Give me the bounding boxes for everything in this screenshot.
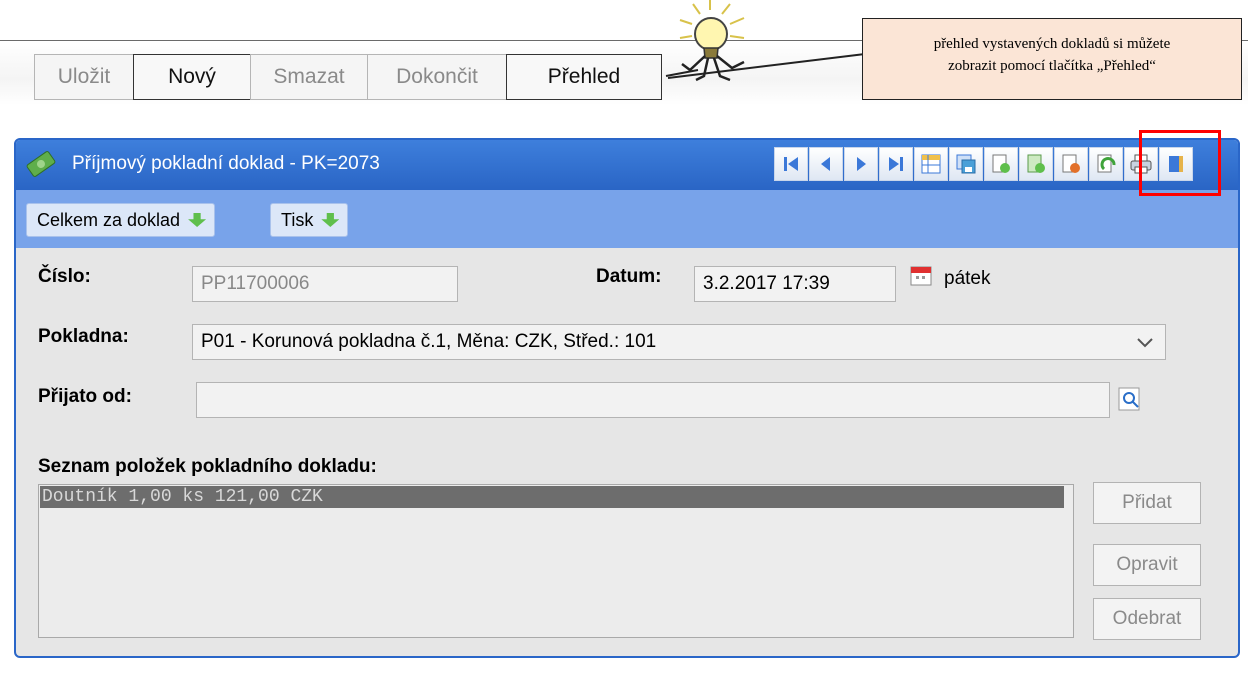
money-icon — [26, 151, 56, 177]
save-icon[interactable] — [949, 147, 983, 181]
cashbox-label: Pokladna: — [38, 326, 129, 347]
items-list-label: Seznam položek pokladního dokladu: — [38, 456, 377, 477]
callout-pointer — [667, 53, 866, 79]
chevron-down-icon — [1137, 338, 1153, 348]
green-down-arrow-icon — [188, 213, 207, 227]
last-record-icon[interactable] — [879, 147, 913, 181]
hint-callout: přehled vystavených dokladů si můžete zo… — [862, 18, 1242, 100]
edit-item-button[interactable]: Opravit — [1093, 544, 1201, 586]
window-titlebar: Příjmový pokladní doklad - PK=2073 — [16, 140, 1238, 190]
cashbox-value: P01 - Korunová pokladna č.1, Měna: CZK, … — [201, 331, 657, 352]
calendar-icon[interactable] — [909, 263, 933, 287]
receipt-window: Příjmový pokladní doklad - PK=2073 Celke… — [14, 138, 1240, 658]
number-label: Číslo: — [38, 266, 91, 287]
remove-item-button[interactable]: Odebrat — [1093, 598, 1201, 640]
items-list[interactable]: Doutník 1,00 ks 121,00 CZK — [38, 484, 1074, 638]
add-icon[interactable] — [984, 147, 1018, 181]
total-label: Celkem za doklad — [37, 209, 181, 230]
date-label: Datum: — [596, 266, 662, 287]
callout-line-2: zobrazit pomocí tlačítka „Přehled“ — [948, 58, 1156, 74]
new-button[interactable]: Nový — [133, 54, 251, 100]
list-item[interactable]: Doutník 1,00 ks 121,00 CZK — [40, 486, 1064, 508]
number-field[interactable]: PP11700006 — [192, 266, 458, 302]
total-dropdown-button[interactable]: Celkem za doklad — [26, 203, 216, 237]
cashbox-select[interactable]: P01 - Korunová pokladna č.1, Měna: CZK, … — [192, 324, 1166, 360]
print-highlight-box — [1139, 130, 1221, 196]
record-toolbar — [774, 147, 1194, 183]
prev-record-icon[interactable] — [809, 147, 843, 181]
overview-button[interactable]: Přehled — [506, 54, 662, 100]
first-record-icon[interactable] — [774, 147, 808, 181]
window-title: Příjmový pokladní doklad - PK=2073 — [72, 153, 380, 174]
search-icon[interactable] — [1118, 386, 1144, 412]
delete-icon[interactable] — [1054, 147, 1088, 181]
green-down-arrow-icon — [321, 213, 340, 227]
refresh-icon[interactable] — [1089, 147, 1123, 181]
callout-line-1: přehled vystavených dokladů si můžete — [933, 36, 1171, 52]
print-dropdown-button[interactable]: Tisk — [270, 203, 349, 237]
add-item-button[interactable]: Přidat — [1093, 482, 1201, 524]
delete-button[interactable]: Smazat — [250, 54, 368, 100]
action-bar: Celkem za doklad Tisk — [16, 190, 1238, 248]
next-record-icon[interactable] — [844, 147, 878, 181]
finish-button[interactable]: Dokončit — [367, 54, 507, 100]
received-from-field[interactable] — [196, 382, 1110, 418]
day-name: pátek — [944, 268, 991, 289]
add-green-icon[interactable] — [1019, 147, 1053, 181]
date-field[interactable]: 3.2.2017 17:39 — [694, 266, 896, 302]
table-icon[interactable] — [914, 147, 948, 181]
save-button[interactable]: Uložit — [34, 54, 134, 100]
print-label: Tisk — [281, 209, 314, 230]
received-from-label: Přijato od: — [38, 386, 132, 407]
